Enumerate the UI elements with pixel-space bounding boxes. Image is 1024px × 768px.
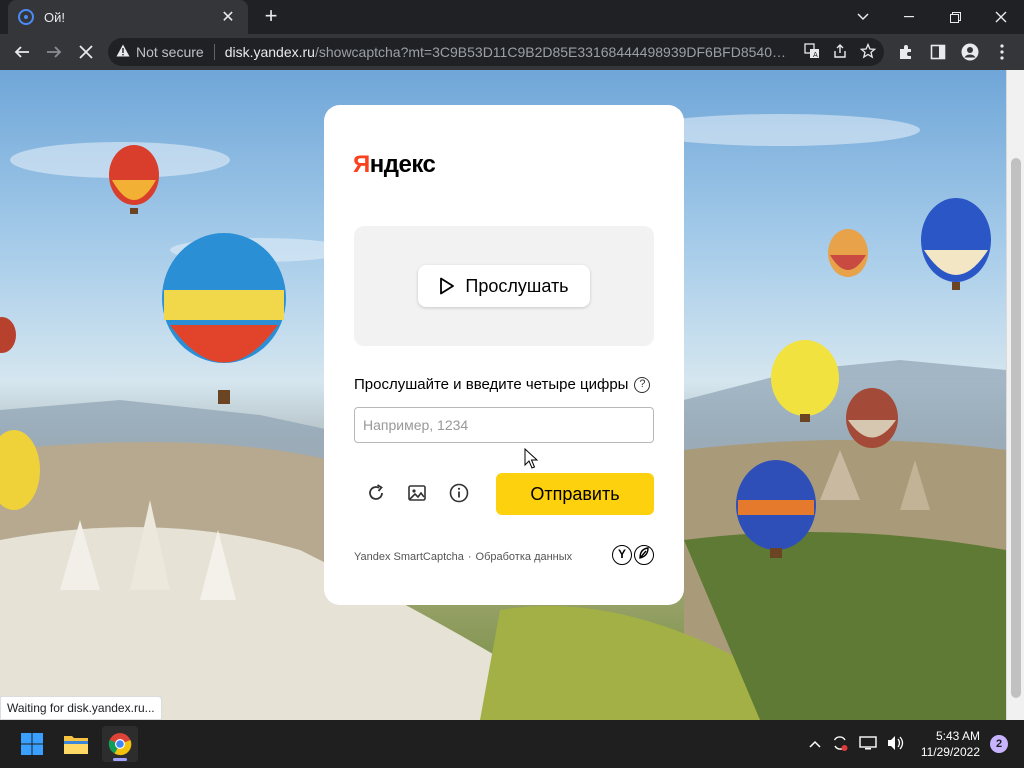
yandex-logo-rest: ндекс (369, 151, 436, 178)
url-domain: disk.yandex.ru (224, 44, 315, 60)
active-app-indicator (113, 758, 127, 761)
yandex-logo[interactable]: Яндекс (353, 151, 436, 179)
smartcaptcha-link[interactable]: Yandex SmartCaptcha (354, 551, 464, 563)
extensions-icon[interactable] (890, 36, 922, 68)
volume-icon[interactable] (887, 735, 905, 754)
forward-icon[interactable] (38, 36, 70, 68)
captcha-answer-input[interactable] (354, 407, 654, 443)
browser-tab[interactable]: Ой! ✕ (8, 0, 248, 34)
status-bubble: Waiting for disk.yandex.ru... (0, 696, 162, 720)
translate-icon[interactable]: A (804, 42, 820, 62)
play-icon (440, 277, 455, 295)
svg-text:A: A (813, 51, 818, 59)
instruction-text: Прослушайте и введите четыре цифры (354, 376, 629, 393)
share-icon[interactable] (832, 43, 848, 62)
back-icon[interactable] (6, 36, 38, 68)
file-explorer-icon[interactable] (58, 726, 94, 762)
image-icon[interactable] (405, 481, 429, 505)
yandex-brand-icons: Y (612, 545, 654, 565)
listen-button-label: Прослушать (465, 275, 569, 296)
refresh-icon[interactable] (364, 481, 388, 505)
sidepanel-icon[interactable] (922, 36, 954, 68)
page-scrollbar[interactable] (1006, 70, 1024, 720)
yandex-leaf-icon (634, 545, 654, 565)
instruction-row: Прослушайте и введите четыре цифры ? (354, 376, 651, 393)
browser-toolbar: Not secure disk.yandex.ru /showcaptcha?m… (0, 34, 1024, 70)
balloon-2 (162, 233, 286, 404)
mouse-cursor-icon (524, 448, 538, 469)
close-window-icon[interactable] (978, 0, 1024, 34)
menu-icon[interactable] (986, 36, 1018, 68)
restore-icon[interactable] (932, 0, 978, 34)
captcha-footer: Yandex SmartCaptcha · Обработка данных (354, 551, 572, 563)
url-path: /showcaptcha?mt=3C9B53D11C9B2D85E3316844… (314, 44, 794, 60)
tab-search-icon[interactable] (840, 0, 886, 34)
taskbar-clock[interactable]: 5:43 AM 11/29/2022 (921, 728, 980, 760)
balloon-1 (109, 145, 159, 214)
chrome-taskbar-icon[interactable] (102, 726, 138, 762)
tab-close-icon[interactable]: ✕ (218, 7, 238, 27)
new-tab-button[interactable]: + (258, 4, 284, 30)
captcha-card: Яндекс Прослушать Прослушайте и введите … (324, 105, 684, 605)
balloon-9 (0, 317, 16, 353)
yandex-logo-first-letter: Я (353, 151, 370, 178)
info-icon[interactable] (447, 481, 471, 505)
footer-separator: · (467, 551, 472, 563)
windows-taskbar: 5:43 AM 11/29/2022 2 (0, 720, 1024, 768)
star-icon[interactable] (859, 42, 877, 62)
notification-badge[interactable]: 2 (990, 735, 1008, 753)
help-icon[interactable]: ? (634, 376, 651, 393)
tab-favicon-icon (18, 9, 34, 25)
page-viewport: Яндекс Прослушать Прослушайте и введите … (0, 70, 1024, 720)
tab-strip: Ой! ✕ + (0, 0, 1024, 34)
profile-icon[interactable] (954, 36, 986, 68)
scrollbar-thumb[interactable] (1011, 158, 1021, 698)
omnibox-divider (213, 44, 215, 60)
display-icon[interactable] (859, 735, 877, 754)
system-tray: 5:43 AM 11/29/2022 2 (809, 720, 1008, 768)
balloon-3 (921, 198, 991, 290)
warning-icon[interactable] (116, 44, 130, 60)
stop-icon[interactable] (70, 36, 102, 68)
balloon-4 (828, 229, 868, 277)
data-processing-link[interactable]: Обработка данных (476, 551, 573, 563)
windows-start-icon[interactable] (14, 726, 50, 762)
submit-button[interactable]: Отправить (496, 473, 654, 515)
minimize-icon[interactable] (886, 0, 932, 34)
address-bar[interactable]: Not secure disk.yandex.ru /showcaptcha?m… (108, 38, 884, 66)
audio-panel: Прослушать (354, 226, 654, 346)
tab-title: Ой! (44, 9, 65, 25)
not-secure-label[interactable]: Not secure (136, 44, 204, 60)
clock-time: 5:43 AM (935, 729, 980, 743)
balloon-6 (846, 388, 898, 448)
chevron-up-icon[interactable] (809, 737, 821, 751)
clock-date: 11/29/2022 (920, 745, 980, 759)
sync-icon[interactable] (831, 734, 849, 755)
listen-button[interactable]: Прослушать (418, 265, 590, 307)
yandex-y-icon: Y (612, 545, 632, 565)
